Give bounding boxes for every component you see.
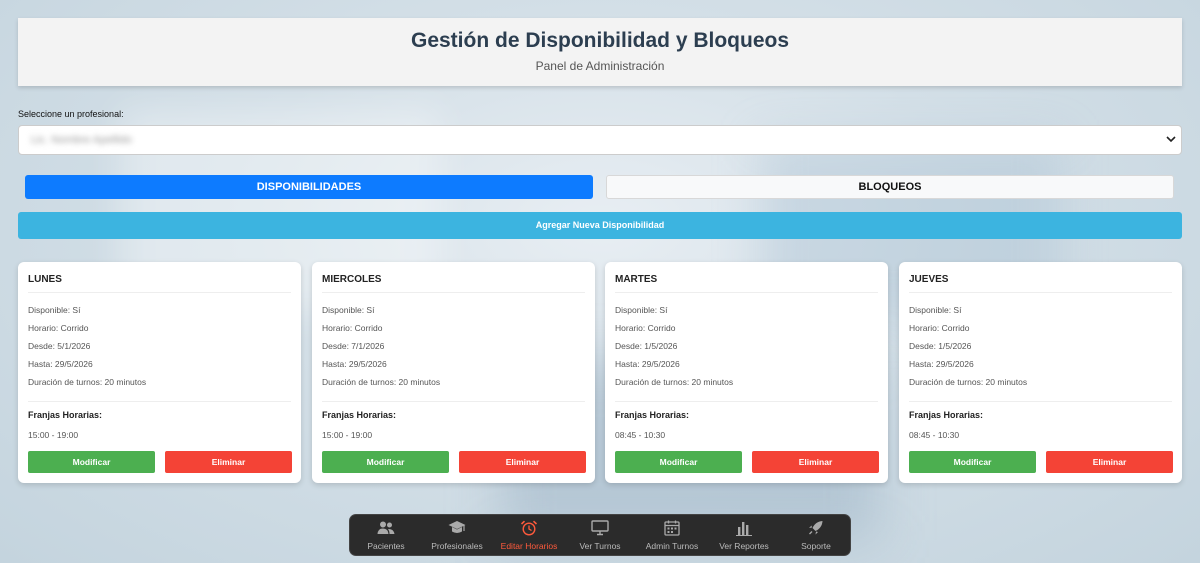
divider: [615, 292, 878, 293]
card-slot: 08:45 - 10:30: [615, 430, 666, 440]
divider: [322, 401, 585, 402]
divider: [615, 401, 878, 402]
nav-label: Editar Horarios: [500, 541, 558, 551]
nav-item-ver-reportes[interactable]: Ver Reportes: [712, 515, 776, 557]
card-to: Hasta: 29/5/2026: [28, 359, 93, 369]
nav-item-soporte[interactable]: Soporte: [788, 515, 844, 557]
delete-button[interactable]: Eliminar: [459, 451, 586, 473]
professional-select-value: Lic. Nombre Apellido: [31, 134, 132, 146]
graduation-cap-icon: [448, 521, 466, 533]
alarm-clock-icon: [520, 520, 538, 536]
card-duration: Duración de turnos: 20 minutos: [615, 377, 734, 387]
card-slot: 15:00 - 19:00: [322, 430, 373, 440]
card-slot: 15:00 - 19:00: [28, 430, 79, 440]
page-subtitle: Panel de Administración: [535, 59, 665, 73]
nav-label: Profesionales: [431, 541, 483, 551]
card-from: Desde: 5/1/2026: [28, 341, 91, 351]
availability-card: MARTES Disponible: Sí Horario: Corrido D…: [605, 262, 888, 483]
card-slots-title: Franjas Horarias:: [909, 410, 984, 420]
card-from: Desde: 1/5/2026: [615, 341, 678, 351]
divider: [909, 292, 1172, 293]
nav-item-ver-turnos[interactable]: Ver Turnos: [572, 515, 628, 557]
bar-chart-icon: [736, 522, 752, 536]
calendar-icon: [664, 520, 680, 536]
divider: [28, 401, 291, 402]
nav-item-pacientes[interactable]: Pacientes: [356, 515, 416, 557]
add-availability-button[interactable]: Agregar Nueva Disponibilidad: [18, 212, 1182, 239]
nav-label: Ver Reportes: [719, 541, 769, 551]
card-day: JUEVES: [909, 274, 949, 285]
rocket-icon: [809, 521, 823, 535]
availability-card: LUNES Disponible: Sí Horario: Corrido De…: [18, 262, 301, 483]
divider: [28, 292, 291, 293]
nav-item-profesionales[interactable]: Profesionales: [426, 515, 488, 557]
card-schedule: Horario: Corrido: [322, 323, 383, 333]
nav-item-editar-horarios[interactable]: Editar Horarios: [495, 515, 563, 557]
card-available: Disponible: Sí: [615, 305, 668, 315]
monitor-icon: [591, 520, 609, 536]
nav-label: Ver Turnos: [579, 541, 621, 551]
tab-disponibilidades[interactable]: DISPONIBILIDADES: [25, 175, 593, 199]
card-available: Disponible: Sí: [909, 305, 962, 315]
card-day: MARTES: [615, 274, 658, 285]
nav-label: Soporte: [801, 541, 831, 551]
card-schedule: Horario: Corrido: [909, 323, 970, 333]
card-duration: Duración de turnos: 20 minutos: [322, 377, 441, 387]
modify-button[interactable]: Modificar: [615, 451, 742, 473]
modify-button[interactable]: Modificar: [322, 451, 449, 473]
card-available: Disponible: Sí: [28, 305, 81, 315]
divider: [909, 401, 1172, 402]
card-slots-title: Franjas Horarias:: [28, 410, 103, 420]
availability-card: MIERCOLES Disponible: Sí Horario: Corrid…: [312, 262, 595, 483]
card-to: Hasta: 29/5/2026: [615, 359, 680, 369]
page-title: Gestión de Disponibilidad y Bloqueos: [410, 29, 790, 52]
divider: [322, 292, 585, 293]
card-slots-title: Franjas Horarias:: [615, 410, 690, 420]
card-day: MIERCOLES: [322, 274, 382, 285]
card-slots-title: Franjas Horarias:: [322, 410, 397, 420]
card-from: Desde: 7/1/2026: [322, 341, 385, 351]
card-from: Desde: 1/5/2026: [909, 341, 972, 351]
modify-button[interactable]: Modificar: [909, 451, 1036, 473]
tab-bloqueos[interactable]: BLOQUEOS: [606, 175, 1174, 199]
card-to: Hasta: 29/5/2026: [909, 359, 974, 369]
card-duration: Duración de turnos: 20 minutos: [909, 377, 1028, 387]
modify-button[interactable]: Modificar: [28, 451, 155, 473]
nav-item-admin-turnos[interactable]: Admin Turnos: [640, 515, 704, 557]
nav-label: Admin Turnos: [645, 541, 699, 551]
availability-card: JUEVES Disponible: Sí Horario: Corrido D…: [899, 262, 1182, 483]
delete-button[interactable]: Eliminar: [165, 451, 292, 473]
users-icon: [377, 521, 395, 534]
card-schedule: Horario: Corrido: [28, 323, 89, 333]
delete-button[interactable]: Eliminar: [752, 451, 879, 473]
card-duration: Duración de turnos: 20 minutos: [28, 377, 147, 387]
nav-label: Pacientes: [367, 541, 405, 551]
card-schedule: Horario: Corrido: [615, 323, 676, 333]
professional-select[interactable]: Lic. Nombre Apellido: [18, 125, 1182, 155]
card-to: Hasta: 29/5/2026: [322, 359, 387, 369]
professional-select-label: Seleccione un profesional:: [18, 109, 124, 119]
delete-button[interactable]: Eliminar: [1046, 451, 1173, 473]
card-day: LUNES: [28, 274, 62, 285]
bottom-navbar: Pacientes Profesionales Editar Horarios …: [349, 514, 851, 556]
card-available: Disponible: Sí: [322, 305, 375, 315]
chevron-down-icon: [1166, 136, 1176, 143]
card-slot: 08:45 - 10:30: [909, 430, 960, 440]
page-header: Gestión de Disponibilidad y Bloqueos Pan…: [18, 18, 1182, 86]
